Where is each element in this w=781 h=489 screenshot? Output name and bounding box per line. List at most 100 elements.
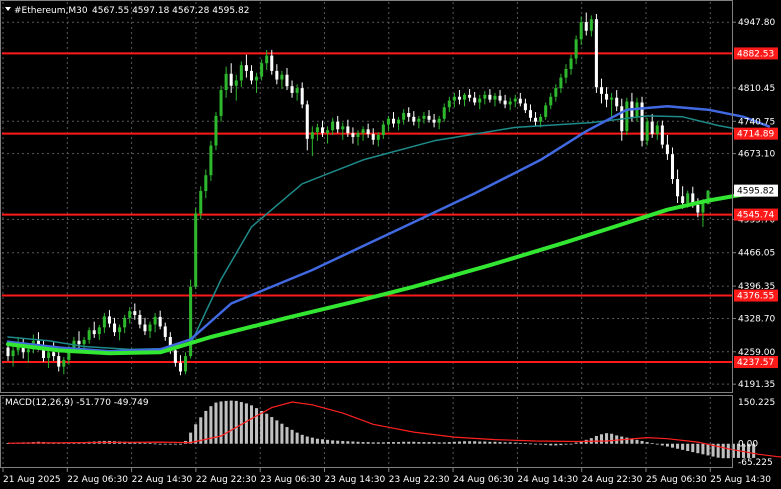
macd-histogram-bar [391,442,396,444]
macd-histogram-bar [376,442,380,444]
candle-body [346,126,350,134]
macd-histogram-bar [386,442,390,444]
macd-histogram-bar [260,410,264,444]
candle-body [681,196,685,203]
macd-histogram-bar [554,443,558,446]
macd-histogram-bar [346,441,350,444]
time-tick-label: 24 Aug 14:30 [517,475,578,485]
candle-body [107,316,111,324]
candle-body [224,73,228,91]
candle-body [437,118,441,123]
macd-histogram-bar [599,434,603,444]
macd-histogram-bar [224,400,228,444]
chart-window[interactable]: 4947.804810.454740.754673.104535.704466.… [0,0,781,489]
macd-histogram-bar [229,400,233,444]
macd-histogram-bar [295,432,299,444]
candle-body [665,144,669,155]
price-tick-label: 4328.70 [738,314,775,324]
candle-body [508,101,512,105]
macd-histogram-bar [356,441,360,444]
candle-body [47,352,51,359]
candle-body [113,323,117,333]
candle-body [493,95,497,100]
macd-histogram-bar [681,443,685,450]
macd-histogram-bar [503,442,507,444]
candle-body [148,324,152,332]
candle-body [457,96,461,100]
time-tick-label: 23 Aug 14:30 [325,475,386,485]
macd-histogram-bar [432,442,436,444]
price-tick-label: 4191.35 [738,380,775,390]
macd-histogram-bar [310,437,314,444]
candle-body [655,125,659,135]
candle-body [234,80,238,86]
candle-body [295,88,299,93]
macd-histogram-bar [508,442,512,444]
candle-body [300,88,304,105]
candle-body [650,121,654,135]
candle-body [260,63,264,77]
macd-histogram-bar [493,441,497,444]
macd-tick-label: -65.225 [738,458,773,468]
candle-body [447,100,451,108]
candle-body [97,327,101,335]
candle-body [270,55,274,71]
candle-body [351,133,355,137]
candle-body [625,101,629,132]
macd-histogram-bar [478,441,482,444]
candle-body [579,22,583,40]
macd-histogram-bar [701,443,705,455]
macd-histogram-bar [143,442,147,444]
symbol-label: #Ethereum,M30 [14,6,88,16]
macd-histogram-bar [574,442,578,444]
macd-histogram-bar [721,443,725,459]
macd-histogram-bar [219,401,223,444]
current-price-label: 4595.82 [737,187,774,197]
candle-body [605,93,609,100]
macd-histogram-bar [726,443,730,459]
candle-body [265,55,269,64]
candle-body [463,94,467,100]
macd-histogram-bar [447,442,451,444]
macd-histogram-bar [528,443,532,445]
candle-body [275,70,279,80]
candle-body [544,105,548,117]
ohlc-readout: 4567.55 4597.18 4567.28 4595.82 [92,6,249,16]
candle-body [397,119,401,124]
candle-body [518,98,522,104]
macd-histogram-bar [381,442,385,444]
macd-histogram-bar [153,443,157,445]
macd-histogram-bar [158,443,162,445]
macd-label: MACD(12,26,9) -51.770 -49.749 [5,398,149,408]
macd-histogram-bar [488,441,492,444]
macd-histogram-bar [244,403,248,444]
macd-histogram-bar [351,441,355,444]
price-tick-label: 4673.10 [738,150,775,160]
candle-body [178,362,182,372]
macd-histogram-bar [315,438,319,444]
candle-body [391,118,396,124]
macd-histogram-bar [442,442,446,444]
candle-body [442,107,446,119]
macd-histogram-bar [635,439,639,444]
candle-body [686,193,690,203]
candle-body [128,311,132,318]
candle-body [199,191,203,214]
candle-body [204,175,208,192]
macd-histogram-bar [255,408,259,444]
candle-body [249,70,253,81]
candle-body [452,96,456,101]
candle-body [209,145,213,176]
candle-body [615,97,619,107]
candle-body [11,350,15,357]
macd-histogram-bar [518,442,522,444]
candle-body [528,110,532,118]
macd-histogram-bar [569,443,573,445]
candle-body [503,100,507,105]
candle-body [696,204,700,213]
candle-body [280,74,284,80]
macd-histogram-bar [336,440,340,444]
candle-body [599,87,603,94]
candle-body [239,65,243,81]
macd-tick-label: 150.225 [738,398,775,408]
